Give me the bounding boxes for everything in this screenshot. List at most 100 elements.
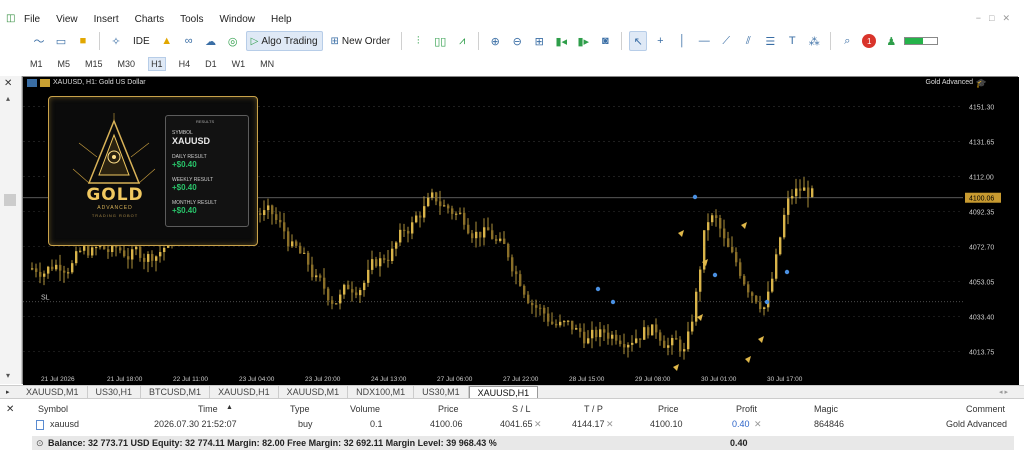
strategy-tester-icon[interactable]: ✧ [107, 31, 125, 51]
col-sl[interactable]: S / L [512, 404, 531, 414]
candle-body [159, 252, 162, 257]
close-toolbox-icon[interactable]: ✕ [6, 404, 14, 415]
candle-body [523, 285, 526, 295]
market-icon[interactable]: ■ [74, 31, 92, 51]
close-position-icon[interactable]: ✕ [754, 419, 762, 430]
remove-sl-icon[interactable]: ✕ [534, 419, 542, 430]
col-type[interactable]: Type [290, 404, 310, 414]
scroll-thumb[interactable] [4, 194, 16, 206]
crosshair-icon[interactable]: + [651, 31, 669, 51]
balance-icon: ⊙ [36, 438, 44, 448]
terminal-app-icon[interactable]: ◫ [6, 13, 18, 25]
candle-body [327, 288, 330, 301]
chart-tab[interactable]: XAUUSD,H1 [210, 386, 279, 398]
candle-body [467, 224, 470, 234]
menu-charts[interactable]: Charts [135, 14, 164, 25]
account-icon[interactable]: ♟ [882, 31, 900, 51]
candlestick-icon[interactable]: ▯▯ [431, 31, 449, 51]
gold-advanced-panel[interactable]: GOLD ADVANCED TRADING ROBOT RESULTS SYMB… [48, 96, 258, 246]
candle-body [579, 328, 582, 332]
link-icon[interactable]: ∞ [180, 31, 198, 51]
table-row[interactable]: xauusd 2026.07.30 21:52:07 buy 0.1 4100.… [32, 419, 1014, 432]
menu-view[interactable]: View [56, 14, 78, 25]
scroll-up-icon[interactable]: ▴ [6, 94, 10, 103]
timeframe-h4[interactable]: H4 [177, 58, 193, 70]
screenshot-icon[interactable]: ◙ [596, 31, 614, 51]
chart-tab[interactable]: XAUUSD,H1 [468, 386, 539, 398]
candle-body [491, 230, 494, 239]
menu-file[interactable]: File [24, 14, 40, 25]
close-chart-icon[interactable]: ✕ [4, 78, 12, 89]
horizontal-line-icon[interactable]: — [695, 31, 713, 51]
scroll-down-icon[interactable]: ▾ [6, 371, 10, 380]
tabs-scroll-icon[interactable]: ▸ [6, 388, 10, 396]
menu-window[interactable]: Window [219, 14, 255, 25]
candle-body [647, 327, 650, 336]
algo-trading-button[interactable]: ▷ Algo Trading [245, 31, 323, 51]
candle-body [391, 248, 394, 262]
new-order-button[interactable]: ⊞ New Order [327, 31, 395, 51]
menu-insert[interactable]: Insert [94, 14, 119, 25]
col-price[interactable]: Price [438, 404, 459, 414]
text-icon[interactable]: T [783, 31, 801, 51]
shapes-icon[interactable]: ⁂ [805, 31, 823, 51]
line-chart-icon[interactable]: ⩘ [453, 31, 471, 51]
candle-body [143, 257, 146, 262]
chart-tab[interactable]: NDX100,M1 [348, 386, 415, 398]
ea-hat-icon[interactable]: 🎓 [976, 78, 987, 89]
channel-icon[interactable]: ⫽ [739, 31, 757, 51]
notifications-icon[interactable]: 1 [860, 31, 878, 51]
col-magic[interactable]: Magic [814, 404, 838, 414]
cloud-icon[interactable]: ☁ [202, 31, 220, 51]
close-window-button[interactable]: ✕ [1002, 13, 1010, 24]
bar-chart-icon[interactable]: ⫶ [409, 31, 427, 51]
candle-body [483, 227, 486, 238]
timeframe-m1[interactable]: M1 [28, 58, 45, 70]
chart-tab[interactable]: US30,H1 [88, 386, 142, 398]
ide-button[interactable]: IDE [129, 31, 154, 51]
candle-body [659, 332, 662, 341]
zoom-out-icon[interactable]: ⊖ [508, 31, 526, 51]
timeframe-m15[interactable]: M15 [83, 58, 105, 70]
col-current-price[interactable]: Price [658, 404, 679, 414]
col-time[interactable]: Time [198, 404, 218, 414]
search-icon[interactable]: ⌕ [838, 31, 856, 51]
col-symbol[interactable]: Symbol [38, 404, 68, 414]
maximize-button[interactable]: □ [989, 13, 994, 24]
chart-tab[interactable]: XAUUSD,M1 [18, 386, 88, 398]
template-icon[interactable]: ▭ [52, 31, 70, 51]
chart-type-line-icon[interactable]: 〜 [30, 31, 48, 51]
minimize-button[interactable]: − [976, 13, 981, 24]
timeframe-h1[interactable]: H1 [148, 57, 166, 71]
vps-icon[interactable]: ◎ [224, 31, 242, 51]
col-tp[interactable]: T / P [584, 404, 603, 414]
menu-help[interactable]: Help [271, 14, 292, 25]
cursor-icon[interactable]: ↖ [629, 31, 648, 51]
vertical-line-icon[interactable]: │ [673, 31, 691, 51]
timeframe-m5[interactable]: M5 [56, 58, 73, 70]
price-axis-label: 4131.65 [969, 139, 994, 146]
tabs-nav-arrows-icon[interactable]: ◂ ▸ [999, 388, 1008, 396]
candle-body [663, 340, 666, 348]
timeframe-d1[interactable]: D1 [203, 58, 219, 70]
chart-tab[interactable]: BTCUSD,M1 [141, 386, 211, 398]
sl-marker-label: SL [41, 295, 50, 302]
lock-icon[interactable]: ▲ [158, 31, 176, 51]
col-volume[interactable]: Volume [350, 404, 380, 414]
chart-tab[interactable]: XAUUSD,M1 [279, 386, 349, 398]
menu-tools[interactable]: Tools [180, 14, 203, 25]
timeframe-mn[interactable]: MN [258, 58, 276, 70]
timeframe-w1[interactable]: W1 [230, 58, 248, 70]
chart-tab[interactable]: US30,M1 [414, 386, 469, 398]
grid-icon[interactable]: ⊞ [530, 31, 548, 51]
toolbar-separator [401, 32, 403, 50]
zoom-in-icon[interactable]: ⊕ [486, 31, 504, 51]
chart-shift-icon[interactable]: ▮▸ [574, 31, 592, 51]
timeframe-m30[interactable]: M30 [116, 58, 138, 70]
col-comment[interactable]: Comment [966, 404, 1005, 414]
fibonacci-icon[interactable]: ☰ [761, 31, 779, 51]
auto-scroll-icon[interactable]: ▮◂ [552, 31, 570, 51]
col-profit[interactable]: Profit [736, 404, 757, 414]
remove-tp-icon[interactable]: ✕ [606, 419, 614, 430]
trendline-icon[interactable]: ⟋ [717, 31, 735, 51]
